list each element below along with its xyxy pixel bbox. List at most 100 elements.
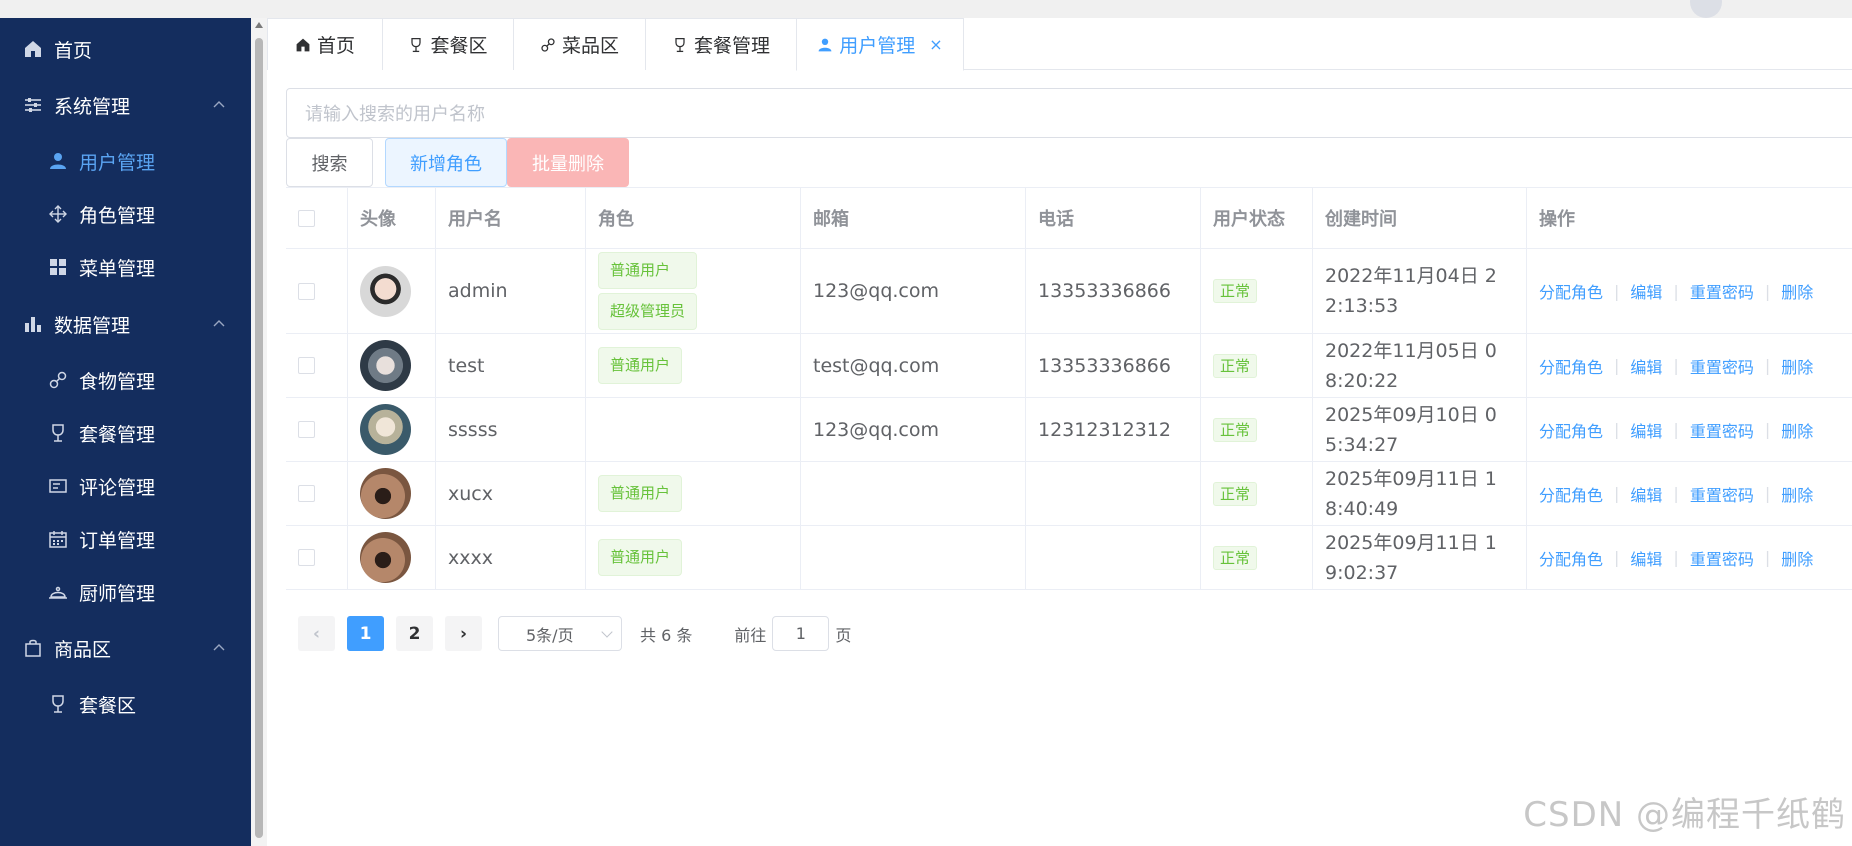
ops-cell: 分配角色 | 编辑 | 重置密码 | 删除 <box>1527 249 1852 333</box>
row-checkbox[interactable] <box>298 549 315 566</box>
email-cell <box>801 462 1026 525</box>
page-size-value: 5条/页 <box>526 625 574 645</box>
page-size-select[interactable]: 5条/页 <box>498 616 622 651</box>
separator: | <box>1764 281 1771 301</box>
sidebar-item-label: 套餐管理 <box>79 423 156 446</box>
separator: | <box>1614 356 1620 375</box>
goto-page-input[interactable]: 1 <box>772 616 830 651</box>
delete-link[interactable]: 删除 <box>1781 354 1813 378</box>
role-tag: 超级管理员 <box>598 293 698 330</box>
separator: | <box>1764 356 1771 375</box>
select-all-checkbox[interactable] <box>298 209 315 227</box>
edit-link[interactable]: 编辑 <box>1630 418 1662 442</box>
sidebar-item-label: 评论管理 <box>79 476 156 499</box>
sidebar-item-label: 系统管理 <box>54 95 131 118</box>
scroll-thumb[interactable] <box>255 38 263 838</box>
tab-home[interactable]: 首页 <box>267 18 383 70</box>
edit-link[interactable]: 编辑 <box>1630 279 1662 303</box>
user-icon <box>818 38 832 51</box>
sidebar-item-set-zone[interactable]: 套餐区 <box>0 673 251 735</box>
row-checkbox[interactable] <box>298 282 315 300</box>
reset-password-link[interactable]: 重置密码 <box>1690 279 1754 303</box>
sidebar-item-chef-management[interactable]: 厨师管理 <box>0 561 251 623</box>
role-tag: 普通用户 <box>598 347 683 384</box>
separator: | <box>1673 548 1679 567</box>
close-icon[interactable]: × <box>929 35 942 54</box>
scroll-up-arrow-icon[interactable] <box>255 22 263 28</box>
goto-label: 前往 <box>734 625 767 645</box>
sidebar-item-product-zone[interactable]: 商品区 <box>0 617 251 679</box>
separator: | <box>1614 484 1620 503</box>
user-avatar[interactable] <box>1690 0 1722 18</box>
sidebar-scrollbar[interactable] <box>251 18 267 846</box>
home-icon <box>296 38 310 51</box>
tab-label: 菜品区 <box>561 35 619 57</box>
header-email: 邮箱 <box>801 188 1026 248</box>
add-role-button[interactable]: 新增角色 <box>385 138 507 187</box>
page-1-button[interactable]: 1 <box>347 616 384 651</box>
prev-page-button[interactable]: ‹ <box>298 616 335 651</box>
role-tags: 普通用户 超级管理员 <box>598 252 698 330</box>
status-cell: 正常 <box>1201 334 1313 397</box>
status-badge: 正常 <box>1213 417 1258 442</box>
tab-set-management[interactable]: 套餐管理 <box>645 18 797 70</box>
link-icon <box>47 369 69 391</box>
phone-cell: 13353336866 <box>1026 334 1201 397</box>
row-checkbox[interactable] <box>298 357 315 374</box>
edit-link[interactable]: 编辑 <box>1630 354 1662 378</box>
sidebar-item-system[interactable]: 系统管理 <box>0 74 251 136</box>
delete-link[interactable]: 删除 <box>1781 418 1813 442</box>
row-checkbox-cell <box>286 526 348 589</box>
tab-label: 首页 <box>316 35 355 57</box>
sidebar-item-home[interactable]: 首页 <box>0 18 251 80</box>
row-checkbox[interactable] <box>298 485 315 502</box>
created-time: 2025年09月11日 18:40:49 <box>1325 467 1497 520</box>
search-button[interactable]: 搜索 <box>286 138 373 187</box>
assign-role-link[interactable]: 分配角色 <box>1539 482 1603 506</box>
edit-link[interactable]: 编辑 <box>1630 546 1662 570</box>
delete-link[interactable]: 删除 <box>1781 546 1813 570</box>
status-cell: 正常 <box>1201 398 1313 461</box>
delete-link[interactable]: 删除 <box>1781 279 1813 303</box>
next-page-button[interactable]: › <box>445 616 482 651</box>
tab-label: 套餐区 <box>430 35 488 57</box>
assign-role-link[interactable]: 分配角色 <box>1539 546 1603 570</box>
page-2-button[interactable]: 2 <box>396 616 433 651</box>
role-tags: 普通用户 <box>598 475 683 512</box>
status-badge: 正常 <box>1213 279 1258 303</box>
assign-role-link[interactable]: 分配角色 <box>1539 418 1603 442</box>
tab-dish-zone[interactable]: 菜品区 <box>513 18 646 70</box>
avatar <box>360 532 411 583</box>
sidebar-item-menu-management[interactable]: 菜单管理 <box>0 236 251 298</box>
status-cell: 正常 <box>1201 462 1313 525</box>
assign-role-link[interactable]: 分配角色 <box>1539 354 1603 378</box>
table-row: xucx 普通用户 正常 2025年09月11日 18:40:49 分配角色 |… <box>286 462 1852 526</box>
assign-role-link[interactable]: 分配角色 <box>1539 279 1603 303</box>
created-time: 2025年09月10日 05:34:27 <box>1325 403 1497 456</box>
row-checkbox[interactable] <box>298 421 315 438</box>
top-bar <box>0 0 1852 18</box>
status-cell: 正常 <box>1201 249 1313 333</box>
sidebar: 首页 系统管理 用户管理 角色管理 菜单管理 数据管理 食物管理 套餐管理 评论… <box>0 18 251 846</box>
delete-link[interactable]: 删除 <box>1781 482 1813 506</box>
reset-password-link[interactable]: 重置密码 <box>1690 418 1754 442</box>
header-created: 创建时间 <box>1313 188 1527 248</box>
edit-link[interactable]: 编辑 <box>1630 482 1662 506</box>
reset-password-link[interactable]: 重置密码 <box>1690 482 1754 506</box>
tab-set-zone[interactable]: 套餐区 <box>382 18 514 70</box>
reset-password-link[interactable]: 重置密码 <box>1690 354 1754 378</box>
search-input[interactable]: 请输入搜索的用户名称 <box>286 88 1852 138</box>
separator: | <box>1614 420 1620 439</box>
link-icon <box>541 37 555 52</box>
sidebar-item-label: 用户管理 <box>79 151 156 174</box>
avatar <box>360 340 411 391</box>
ops-cell: 分配角色 | 编辑 | 重置密码 | 删除 <box>1527 398 1852 461</box>
chevron-down-icon <box>601 626 613 638</box>
table-row: test 普通用户 test@qq.com 13353336866 正常 202… <box>286 334 1852 398</box>
sidebar-item-data[interactable]: 数据管理 <box>0 293 251 355</box>
reset-password-link[interactable]: 重置密码 <box>1690 546 1754 570</box>
batch-delete-button[interactable]: 批量删除 <box>507 138 629 187</box>
tab-user-management[interactable]: 用户管理 × <box>796 18 964 71</box>
avatar-cell <box>348 249 436 333</box>
chevron-up-icon <box>213 101 225 108</box>
